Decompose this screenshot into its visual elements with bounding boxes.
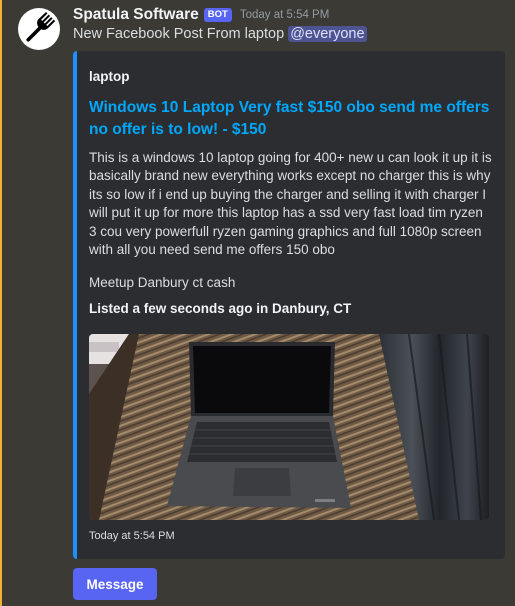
embed-author: laptop bbox=[89, 69, 130, 84]
embed-description: This is a windows 10 laptop going for 40… bbox=[89, 150, 492, 258]
bot-tag: BOT bbox=[203, 8, 232, 22]
embed-image[interactable] bbox=[89, 334, 489, 520]
message-header: Spatula Software BOT Today at 5:54 PM bbox=[73, 6, 329, 24]
embed-meetup-text: Meetup Danbury ct cash bbox=[89, 275, 236, 290]
everyone-mention[interactable]: @everyone bbox=[288, 26, 367, 42]
embed: laptop Windows 10 Laptop Very fast $150 … bbox=[73, 51, 505, 559]
message-button[interactable]: Message bbox=[73, 568, 157, 600]
username[interactable]: Spatula Software bbox=[73, 6, 199, 24]
message-timestamp: Today at 5:54 PM bbox=[239, 9, 330, 21]
message-content: New Facebook Post From laptop @everyone bbox=[73, 26, 367, 42]
embed-footer-timestamp: Today at 5:54 PM bbox=[89, 530, 175, 542]
embed-accent-bar bbox=[73, 51, 77, 559]
message-text: New Facebook Post From laptop bbox=[73, 26, 289, 42]
laptop-photo bbox=[89, 334, 489, 520]
embed-listed-text: Listed a few seconds ago in Danbury, CT bbox=[89, 301, 352, 316]
fork-icon bbox=[26, 12, 56, 42]
embed-title-link[interactable]: Windows 10 Laptop Very fast $150 obo sen… bbox=[89, 97, 493, 141]
message-container: Spatula Software BOT Today at 5:54 PM Ne… bbox=[0, 0, 515, 606]
avatar[interactable] bbox=[18, 8, 60, 50]
mention-highlight-bar bbox=[0, 0, 2, 606]
